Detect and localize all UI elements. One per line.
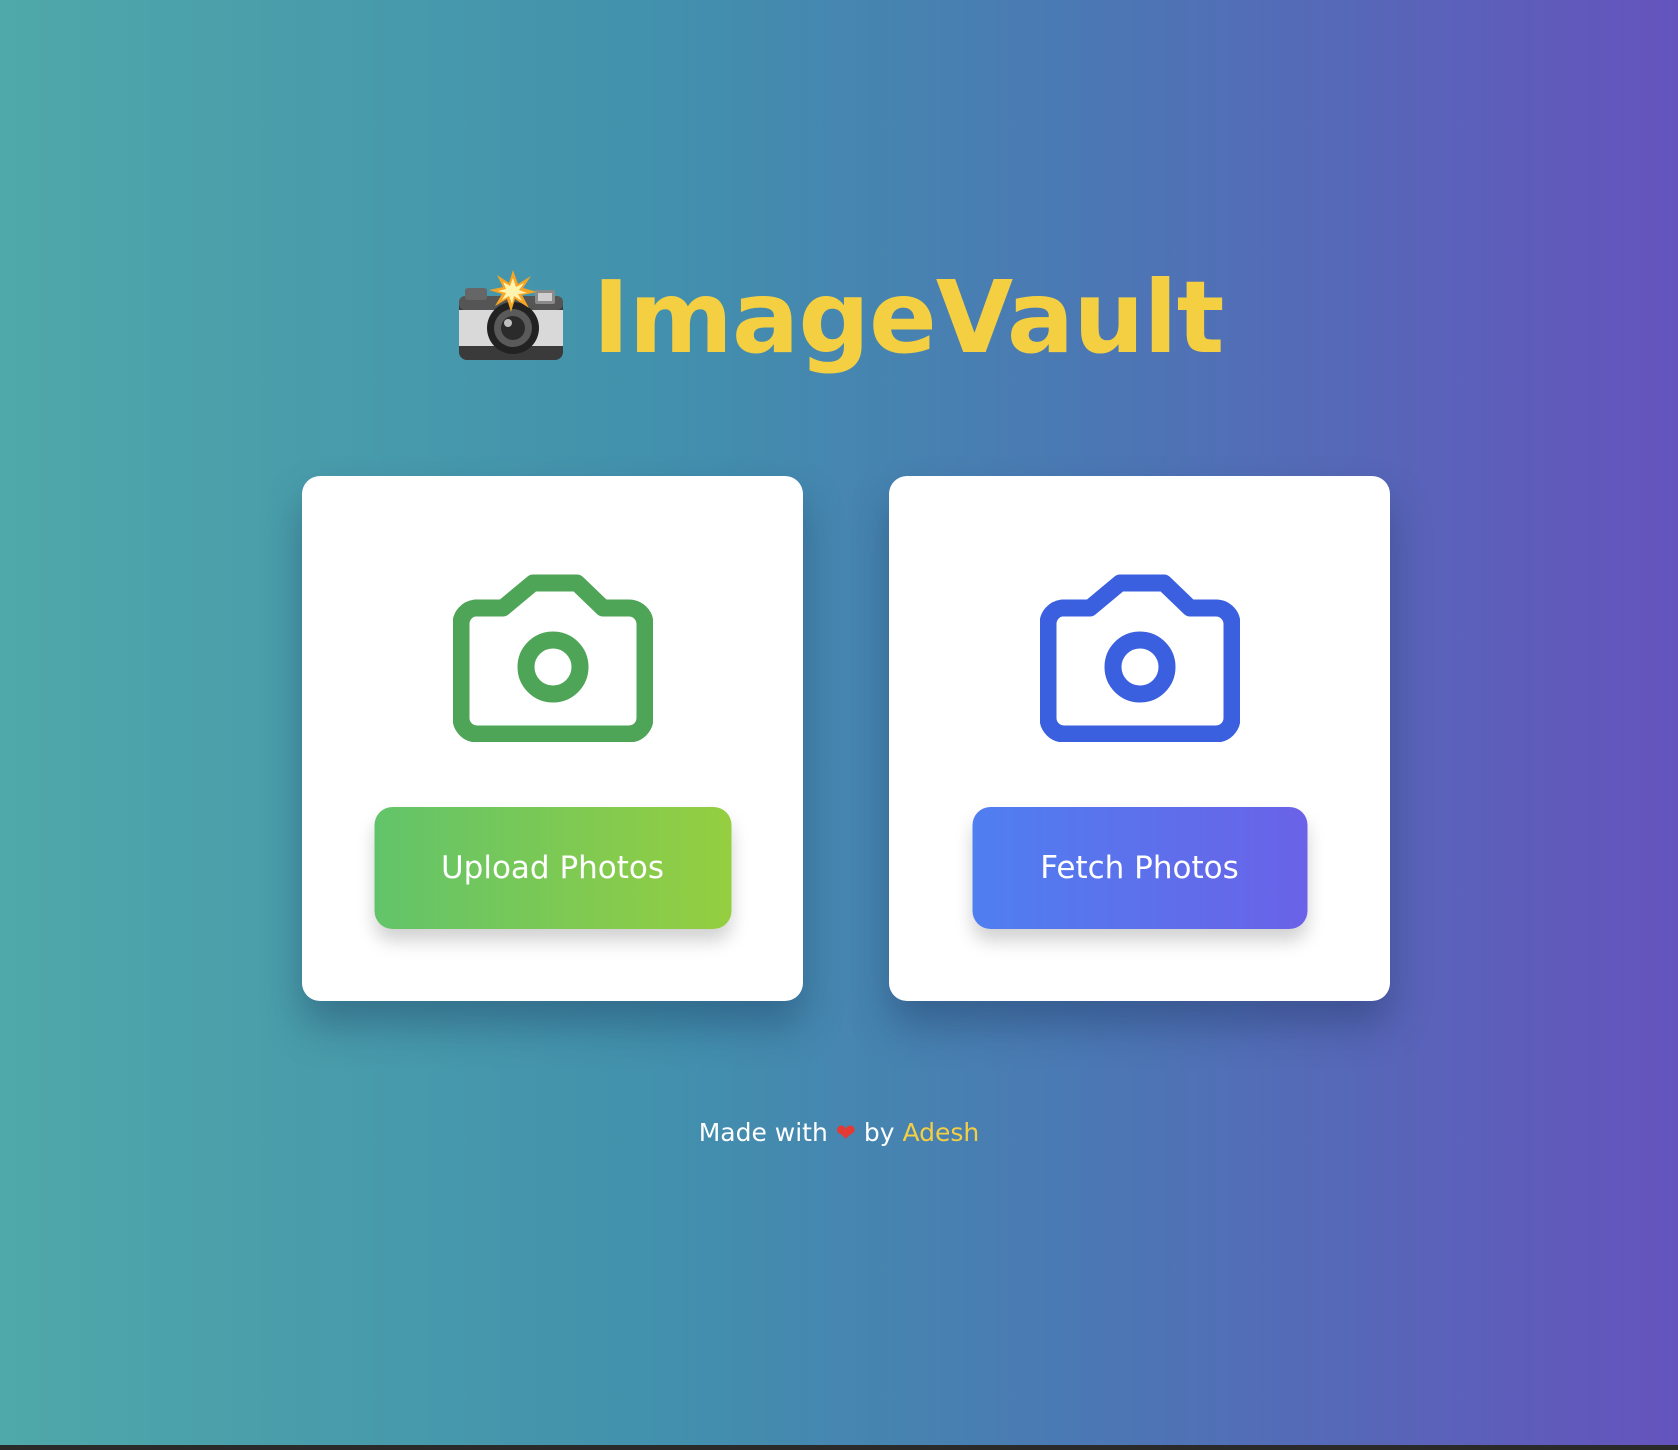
- heart-icon: ❤: [835, 1119, 856, 1147]
- app-title: ImageVault: [592, 259, 1225, 376]
- fetch-card: Fetch Photos: [889, 476, 1390, 1001]
- fetch-photos-button[interactable]: Fetch Photos: [972, 807, 1307, 929]
- window-bottom-border: [0, 1445, 1678, 1450]
- upload-photos-button[interactable]: Upload Photos: [374, 807, 731, 929]
- upload-card: Upload Photos: [302, 476, 803, 1001]
- footer-by: by: [863, 1118, 895, 1147]
- camera-icon: [1039, 574, 1240, 742]
- camera-icon: [452, 574, 653, 742]
- camera-flash-icon: [458, 270, 563, 360]
- footer: Made with ❤ by Adesh: [0, 1118, 1678, 1147]
- page-header: ImageVault: [0, 268, 1678, 368]
- author-link[interactable]: Adesh: [902, 1118, 979, 1147]
- footer-prefix: Made with: [698, 1118, 828, 1147]
